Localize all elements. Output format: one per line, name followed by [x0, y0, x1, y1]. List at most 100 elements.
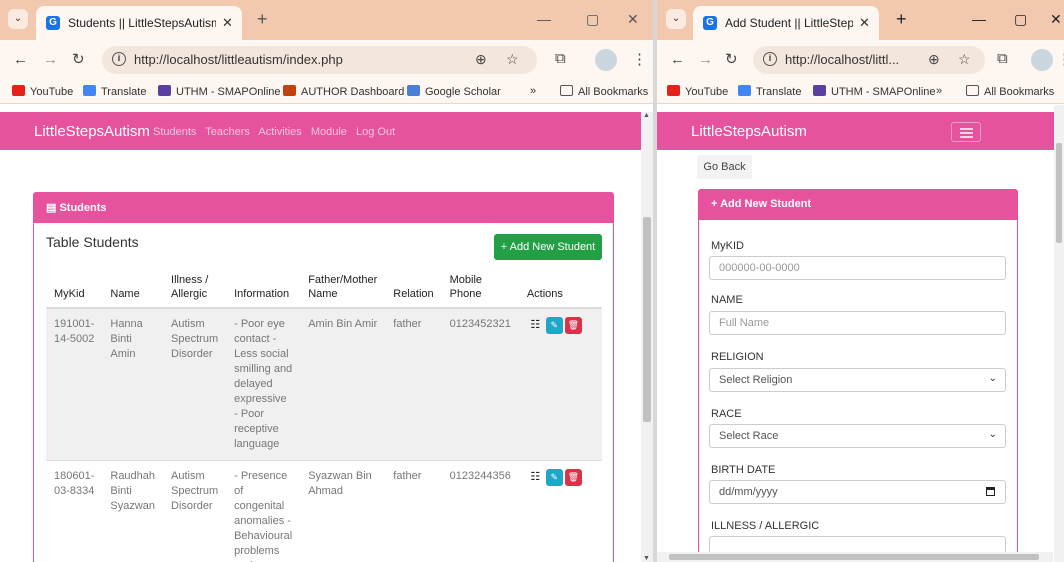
bookmark-translate[interactable]: Translate	[83, 85, 146, 98]
url-text: http://localhost/littl...	[785, 52, 900, 67]
bookmark-youtube[interactable]: YouTube	[12, 85, 73, 98]
tab-strip: ⌄ G Students || LittleStepsAutism ✕ + — …	[0, 0, 653, 40]
nav-teachers[interactable]: Teachers	[205, 126, 250, 138]
bookmark-youtube[interactable]: YouTube	[667, 85, 728, 98]
menu-kebab-icon[interactable]: ⋮	[1057, 50, 1064, 68]
bookmark-author[interactable]: AUTHOR Dashboard	[283, 85, 404, 98]
bookmark-all[interactable]: All Bookmarks	[560, 85, 648, 98]
card-header: + Add New Student	[699, 190, 1017, 220]
bookmark-uthm[interactable]: UTHM - SMAPOnline	[158, 85, 281, 98]
profile-avatar[interactable]	[595, 49, 617, 71]
scroll-down-icon[interactable]: ▼	[643, 555, 650, 562]
extensions-icon[interactable]: ⧉	[997, 50, 1008, 67]
new-tab-icon[interactable]: +	[257, 10, 268, 28]
go-back-button[interactable]: Go Back	[697, 155, 752, 179]
name-label: NAME	[711, 294, 743, 306]
bookmark-all[interactable]: All Bookmarks	[966, 85, 1054, 98]
cell-actions: ☷ ✎ 🗑	[518, 308, 602, 461]
reload-icon[interactable]: ↻	[72, 51, 85, 69]
tab-close-icon[interactable]: ✕	[859, 15, 870, 31]
brand[interactable]: LittleStepsAutism	[34, 123, 150, 140]
minimize-icon[interactable]: —	[972, 11, 986, 27]
reload-icon[interactable]: ↻	[725, 51, 738, 69]
tab-search-dropdown-icon[interactable]: ⌄	[666, 9, 686, 29]
card-header: ▤ Students	[34, 193, 613, 223]
address-bar[interactable]: i http://localhost/littl... ⊕ ☆	[753, 46, 985, 74]
maximize-icon[interactable]: ▢	[586, 11, 599, 28]
tab-students[interactable]: G Students || LittleStepsAutism ✕	[36, 6, 242, 40]
calendar-icon[interactable]	[986, 487, 995, 496]
horizontal-scrollbar[interactable]	[657, 552, 1053, 562]
tab-search-dropdown-icon[interactable]: ⌄	[8, 9, 28, 29]
back-icon[interactable]: ←	[670, 51, 685, 69]
zoom-icon[interactable]: ⊕	[928, 51, 940, 68]
site-info-icon[interactable]: i	[763, 52, 777, 66]
nav-activities[interactable]: Activities	[258, 126, 301, 138]
bookmark-star-icon[interactable]: ☆	[506, 51, 519, 68]
race-select[interactable]: Select Race ⌄	[709, 424, 1006, 448]
minimize-icon[interactable]: —	[537, 11, 551, 27]
add-new-student-button[interactable]: + Add New Student	[494, 234, 602, 260]
tab-add-student[interactable]: G Add Student || LittleStepsAutism ✕	[693, 6, 879, 40]
cell-relation: father	[385, 460, 442, 562]
close-window-icon[interactable]: ✕	[1050, 11, 1062, 28]
browser-window-add-student: ⌄ G Add Student || LittleStepsAutism ✕ +…	[657, 0, 1064, 562]
nav-module[interactable]: Module	[311, 126, 347, 138]
cell-actions: ☷ ✎ 🗑	[518, 460, 602, 562]
new-tab-icon[interactable]: +	[896, 10, 907, 28]
hamburger-menu-icon[interactable]	[951, 122, 981, 142]
delete-icon[interactable]: 🗑	[564, 469, 582, 486]
name-field[interactable]: Full Name	[709, 311, 1006, 335]
brand[interactable]: LittleStepsAutism	[691, 123, 807, 140]
religion-label: RELIGION	[711, 351, 764, 363]
col-mykid: MyKid	[46, 269, 103, 309]
delete-icon[interactable]: 🗑	[564, 317, 582, 334]
extensions-icon[interactable]: ⧉	[555, 50, 566, 67]
cell-info: - Presence of congenital anomalies - Beh…	[226, 460, 301, 562]
scroll-up-icon[interactable]: ▲	[643, 112, 650, 119]
cell-parent: Amin Bin Amir	[300, 308, 386, 461]
col-information: Information	[226, 269, 301, 309]
race-label: RACE	[711, 408, 742, 420]
forward-icon[interactable]: →	[698, 51, 713, 69]
vertical-scrollbar[interactable]	[1054, 105, 1064, 562]
profile-avatar[interactable]	[1031, 49, 1053, 71]
bookmarks-overflow[interactable]: »	[530, 85, 536, 97]
browser-window-students: ⌄ G Students || LittleStepsAutism ✕ + — …	[0, 0, 653, 562]
author-icon	[283, 85, 296, 96]
scrollbar-thumb[interactable]	[1056, 143, 1062, 243]
maximize-icon[interactable]: ▢	[1014, 11, 1027, 28]
site-info-icon[interactable]: i	[112, 52, 126, 66]
nav-links: Students Teachers Activities Module Log …	[153, 126, 401, 138]
bookmark-translate[interactable]: Translate	[738, 85, 801, 98]
birth-date-field[interactable]: dd/mm/yyyy	[709, 480, 1006, 504]
mykid-field[interactable]: 000000-00-0000	[709, 256, 1006, 280]
table-row: 180601-03-8334 Raudhah Binti Syazwan Aut…	[46, 460, 602, 562]
bookmark-star-icon[interactable]: ☆	[958, 51, 971, 68]
scrollbar-thumb[interactable]	[669, 554, 1039, 560]
view-details-icon[interactable]: ☷	[527, 469, 544, 486]
bookmarks-overflow[interactable]: »	[936, 85, 942, 97]
birth-date-label: BIRTH DATE	[711, 464, 776, 476]
nav-students[interactable]: Students	[153, 126, 196, 138]
edit-icon[interactable]: ✎	[545, 469, 563, 486]
cell-phone: 0123244356	[441, 460, 519, 562]
view-details-icon[interactable]: ☷	[527, 317, 544, 334]
bookmark-google-scholar[interactable]: Google Scholar	[407, 85, 501, 98]
zoom-icon[interactable]: ⊕	[475, 51, 487, 68]
close-window-icon[interactable]: ✕	[627, 11, 639, 28]
menu-kebab-icon[interactable]: ⋮	[632, 50, 647, 68]
cell-relation: father	[385, 308, 442, 461]
edit-icon[interactable]: ✎	[545, 317, 563, 334]
folder-icon	[560, 85, 573, 96]
religion-select[interactable]: Select Religion ⌄	[709, 368, 1006, 392]
bookmark-uthm[interactable]: UTHM - SMAPOnline	[813, 85, 936, 98]
vertical-scrollbar[interactable]: ▲ ▼	[641, 112, 653, 562]
cell-parent: Syazwan Bin Ahmad	[300, 460, 386, 562]
back-icon[interactable]: ←	[13, 51, 28, 69]
address-bar[interactable]: i http://localhost/littleautism/index.ph…	[102, 46, 537, 74]
tab-close-icon[interactable]: ✕	[222, 15, 233, 31]
nav-logout[interactable]: Log Out	[356, 126, 395, 138]
forward-icon[interactable]: →	[43, 51, 58, 69]
scrollbar-thumb[interactable]	[643, 217, 651, 422]
